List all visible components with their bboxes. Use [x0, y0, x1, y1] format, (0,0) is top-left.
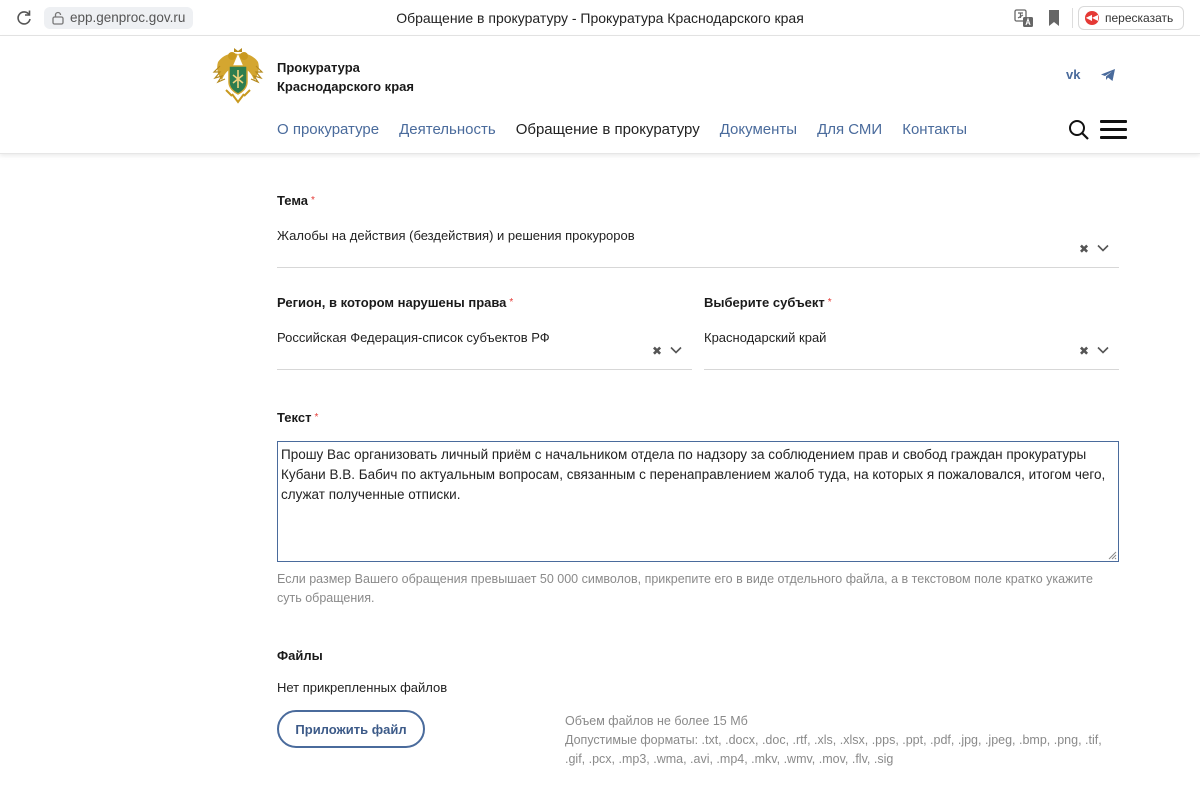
topic-value: Жалобы на действия (бездействия) и решен…: [277, 228, 635, 243]
topic-label-text: Тема: [277, 193, 309, 208]
text-label: Текст *: [277, 410, 318, 426]
required-mark: *: [311, 195, 315, 206]
bookmark-icon[interactable]: [1046, 8, 1062, 28]
vk-icon[interactable]: vk: [1066, 68, 1084, 82]
nav-appeal[interactable]: Обращение в прокуратуру: [516, 120, 700, 140]
translate-icon[interactable]: [1014, 8, 1034, 28]
retell-label: пересказать: [1105, 11, 1174, 25]
address-url: epp.genproc.gov.ru: [70, 10, 186, 25]
org-name[interactable]: Прокуратура Краснодарского края: [277, 58, 414, 96]
browser-toolbar: epp.genproc.gov.ru Обращение в прокурату…: [0, 0, 1200, 36]
region-label-text: Регион, в котором нарушены права: [277, 295, 507, 310]
files-label: Файлы: [277, 648, 323, 663]
nav-media[interactable]: Для СМИ: [817, 120, 882, 140]
menu-icon[interactable]: [1100, 120, 1127, 140]
clear-icon[interactable]: ✖: [1079, 243, 1089, 255]
address-bar[interactable]: epp.genproc.gov.ru: [44, 7, 194, 29]
required-mark: *: [509, 297, 514, 308]
main-nav: О прокуратуре Деятельность Обращение в п…: [277, 120, 967, 140]
text-label-text: Текст: [277, 410, 312, 425]
file-requirements: Объем файлов не более 15 Мб Допустимые ф…: [565, 712, 1125, 769]
org-name-line2: Краснодарского края: [277, 79, 414, 94]
topic-label: Тема *: [277, 193, 315, 209]
region-value: Российская Федерация-список субъектов РФ: [277, 330, 550, 345]
subject-value: Краснодарский край: [704, 330, 827, 345]
nav-activity[interactable]: Деятельность: [399, 120, 496, 140]
retell-button[interactable]: ◀◀ пересказать: [1078, 6, 1185, 30]
reload-icon[interactable]: [14, 8, 34, 28]
topic-select[interactable]: Жалобы на действия (бездействия) и решен…: [277, 222, 1119, 268]
no-files-text: Нет прикрепленных файлов: [277, 680, 448, 695]
site-header: Прокуратура Краснодарского края vk О про…: [0, 36, 1200, 154]
file-size-note: Объем файлов не более 15 Мб: [565, 714, 748, 728]
required-mark: *: [314, 412, 319, 423]
chevron-down-icon[interactable]: [1097, 242, 1109, 254]
search-icon[interactable]: [1068, 119, 1090, 141]
toolbar-divider: [1072, 8, 1073, 28]
required-mark: *: [827, 297, 832, 308]
retell-icon: ◀◀: [1085, 11, 1099, 25]
chevron-down-icon[interactable]: [1097, 344, 1109, 356]
region-select[interactable]: Российская Федерация-список субъектов РФ…: [277, 324, 692, 370]
emblem-icon[interactable]: [212, 46, 264, 104]
text-hint: Если размер Вашего обращения превышает 5…: [277, 572, 1093, 605]
page-tab-title: Обращение в прокуратуру - Прокуратура Кр…: [396, 10, 804, 26]
subject-label-text: Выберите субъект: [704, 295, 825, 310]
file-formats-note: Допустимые форматы: .txt, .docx, .doc, .…: [565, 733, 1102, 766]
telegram-icon[interactable]: [1100, 68, 1116, 82]
nav-contacts[interactable]: Контакты: [902, 120, 967, 140]
nav-documents[interactable]: Документы: [720, 120, 797, 140]
resize-grip-icon[interactable]: [1107, 550, 1117, 560]
attach-file-button[interactable]: Приложить файл: [277, 710, 425, 748]
clear-icon[interactable]: ✖: [1079, 345, 1089, 357]
subject-select[interactable]: Краснодарский край ✖: [704, 324, 1119, 370]
chevron-down-icon[interactable]: [670, 344, 682, 356]
region-label: Регион, в котором нарушены права *: [277, 295, 513, 311]
clear-icon[interactable]: ✖: [652, 345, 662, 357]
nav-about[interactable]: О прокуратуре: [277, 120, 379, 140]
lock-icon: [52, 11, 64, 25]
appeal-text-field[interactable]: [277, 441, 1119, 562]
org-name-line1: Прокуратура: [277, 60, 360, 75]
subject-label: Выберите субъект *: [704, 295, 832, 311]
